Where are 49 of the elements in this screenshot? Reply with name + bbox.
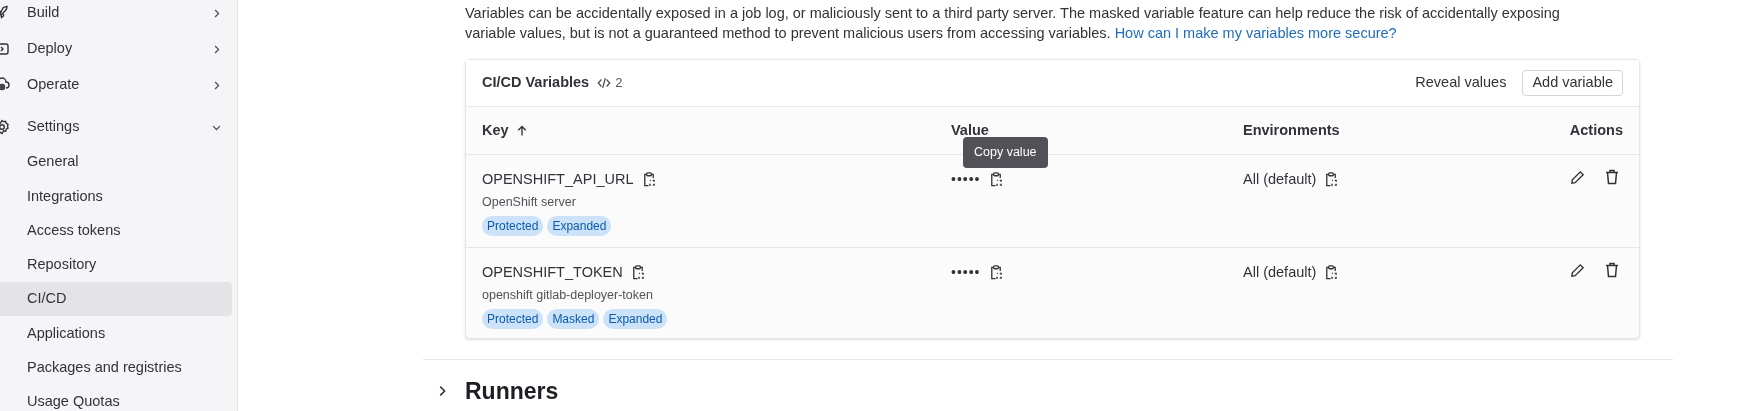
section-title[interactable]: Runners — [465, 374, 559, 409]
column-header: Value — [951, 120, 989, 140]
delete-icon[interactable] — [1605, 262, 1619, 278]
sidebar-item[interactable]: General — [0, 145, 232, 180]
copy-icon[interactable] — [988, 265, 1003, 280]
sidebar-item[interactable]: Packages and registries — [0, 350, 232, 386]
sidebar-item[interactable]: Usage Quotas — [0, 385, 232, 411]
edit-icon[interactable] — [1570, 262, 1585, 278]
add-variable-button[interactable]: Add variable — [1522, 70, 1623, 96]
reveal-values-button[interactable]: Reveal values — [1407, 69, 1515, 97]
badge: Expanded — [603, 308, 668, 329]
sidebar-item[interactable]: CI/CD — [0, 282, 232, 317]
edit-icon[interactable] — [1570, 169, 1585, 185]
variable-key: OPENSHIFT_TOKEN — [482, 262, 623, 284]
variable-description: OpenShift server — [482, 193, 576, 211]
tooltip: Copy value — [963, 137, 1048, 168]
copy-icon[interactable] — [1324, 172, 1339, 188]
card-title: CI/CD Variables — [482, 73, 590, 93]
copy-icon[interactable] — [630, 265, 645, 281]
environment-scope: All (default) — [1243, 263, 1317, 282]
sidebar-item[interactable]: Build — [0, 0, 232, 31]
variable-key: OPENSHIFT_API_URL — [482, 169, 634, 191]
copy-icon[interactable] — [1324, 265, 1339, 281]
code-icon — [597, 76, 612, 90]
column-header[interactable]: Key — [482, 119, 509, 142]
environment-scope: All (default) — [1243, 170, 1317, 189]
masked-value: ••••• — [951, 170, 981, 189]
sidebar-item[interactable]: Access tokens — [0, 213, 232, 248]
column-header: Environments — [1243, 120, 1340, 140]
sort-ascending-icon[interactable] — [515, 124, 528, 137]
column-header: Actions — [1569, 120, 1623, 140]
sidebar-item[interactable]: Integrations — [0, 179, 232, 214]
sidebar-item[interactable]: Settings — [0, 109, 232, 145]
badge: Protected — [482, 308, 544, 329]
sidebar-item[interactable]: Operate — [0, 67, 232, 103]
sidebar-item[interactable]: Applications — [0, 316, 232, 351]
masked-value: ••••• — [951, 263, 981, 282]
variable-description: openshift gitlab-deployer-token — [482, 286, 653, 304]
delete-icon[interactable] — [1605, 169, 1619, 185]
copy-icon[interactable] — [641, 172, 656, 188]
badge: Expanded — [547, 215, 612, 236]
copy-icon[interactable] — [988, 172, 1003, 187]
help-link[interactable]: How can I make my variables more secure? — [1114, 25, 1397, 41]
badge: Protected — [482, 215, 544, 236]
intro-paragraph: Variables can be accidentally exposed in a job log, or maliciously sent to a third party server. The masked variable feature can help reduce the risk of accidentally exposing variable values, but is not a guaranteed method to prevent malicious users from accessing variables. How can I make my variables more secure? — [465, 4, 1561, 43]
sidebar-item[interactable]: Deploy — [0, 31, 232, 67]
badge: Masked — [547, 308, 600, 329]
sidebar-item[interactable]: Repository — [0, 247, 232, 283]
variable-count: 2 — [615, 74, 623, 93]
